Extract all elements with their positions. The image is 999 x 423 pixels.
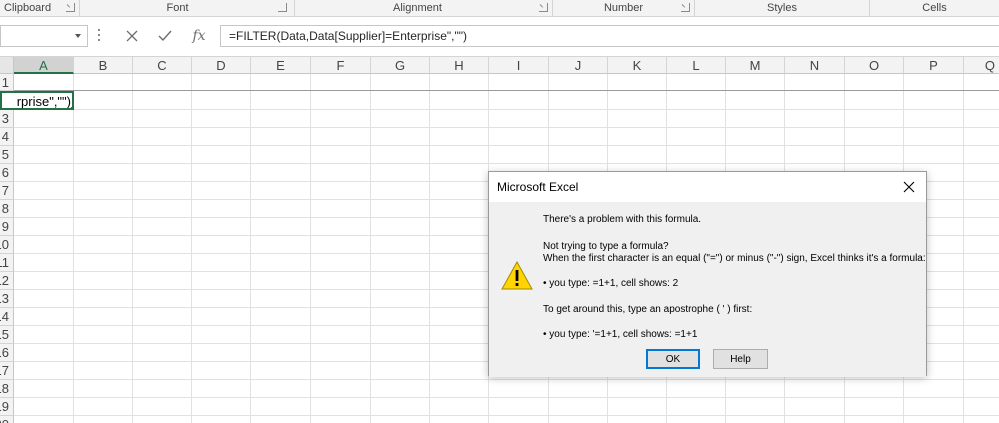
ribbon-group-label: Font: [166, 2, 189, 14]
active-cell-a2[interactable]: rprise",""): [0, 91, 74, 110]
column-header-c[interactable]: C: [133, 57, 192, 74]
insert-function-button[interactable]: fx: [187, 25, 211, 47]
dialog-launcher-icon[interactable]: [539, 3, 548, 12]
row-header-8[interactable]: 8: [0, 200, 14, 218]
select-all-corner[interactable]: [0, 57, 14, 74]
dialog-message-line: Not trying to type a formula?: [543, 241, 669, 252]
row-header-16[interactable]: 16: [0, 344, 14, 362]
ribbon-group-cells: Cells: [870, 0, 999, 17]
dialog-titlebar[interactable]: Microsoft Excel: [489, 172, 926, 202]
row-header-10[interactable]: 10: [0, 236, 14, 254]
column-header-k[interactable]: K: [608, 57, 667, 74]
row-header-5[interactable]: 5: [0, 146, 14, 164]
ribbon-group-number: Number: [553, 0, 695, 17]
row-header-17[interactable]: 17: [0, 362, 14, 380]
column-header-o[interactable]: O: [845, 57, 904, 74]
column-header-j[interactable]: J: [549, 57, 608, 74]
dialog-launcher-icon[interactable]: [278, 3, 287, 12]
formula-bar: fx =FILTER(Data,Data[Supplier]=Enterpris…: [0, 17, 999, 57]
dialog-launcher-icon[interactable]: [681, 3, 690, 12]
column-header-f[interactable]: F: [311, 57, 371, 74]
close-icon: [903, 181, 915, 193]
ribbon-group-styles: Styles: [695, 0, 870, 17]
warning-icon: [501, 261, 533, 290]
row-header-15[interactable]: 15: [0, 326, 14, 344]
row-header-13[interactable]: 13: [0, 290, 14, 308]
help-button[interactable]: Help: [713, 349, 768, 369]
check-icon: [158, 30, 172, 42]
ok-button[interactable]: OK: [646, 349, 700, 369]
row-header-12[interactable]: 12: [0, 272, 14, 290]
ribbon-group-label: Cells: [922, 2, 947, 14]
x-icon: [126, 30, 138, 42]
column-header-d[interactable]: D: [192, 57, 251, 74]
column-header-b[interactable]: B: [74, 57, 133, 74]
column-header-q[interactable]: Q: [964, 57, 999, 74]
dialog-message-line: To get around this, type an apostrophe (…: [543, 304, 753, 315]
fill-handle[interactable]: [70, 106, 72, 108]
dialog-message-line: • you type: =1+1, cell shows: 2: [543, 278, 679, 289]
row-header-11[interactable]: 11: [0, 254, 14, 272]
column-header-a[interactable]: A: [14, 57, 74, 74]
ribbon-group-label: Number: [603, 2, 644, 14]
error-dialog: Microsoft Excel There's a problem with t…: [488, 171, 927, 377]
ribbon-group-label: Alignment: [393, 2, 442, 14]
row-header-3[interactable]: 3: [0, 110, 14, 128]
ribbon-group-clipboard: Clipboard: [0, 0, 80, 17]
dialog-launcher-icon[interactable]: [66, 3, 75, 12]
column-header-m[interactable]: M: [726, 57, 785, 74]
enter-button[interactable]: [153, 25, 177, 47]
drag-handle-icon[interactable]: [98, 29, 101, 43]
row-header-14[interactable]: 14: [0, 308, 14, 326]
row-header-20[interactable]: 20: [0, 416, 14, 423]
dialog-message-line: There's a problem with this formula.: [543, 214, 702, 225]
column-header-n[interactable]: N: [785, 57, 845, 74]
formula-input[interactable]: =FILTER(Data,Data[Supplier]=Enterprise",…: [220, 25, 999, 47]
column-header-p[interactable]: P: [904, 57, 964, 74]
row-header-19[interactable]: 19: [0, 398, 14, 416]
row-header-1[interactable]: 1: [0, 74, 14, 91]
ribbon-group-font-alignment: Font Alignment: [80, 0, 553, 17]
fx-icon: fx: [192, 28, 206, 44]
column-header-h[interactable]: H: [430, 57, 489, 74]
dialog-body: There's a problem with this formula. Not…: [489, 202, 926, 377]
column-header-g[interactable]: G: [371, 57, 430, 74]
row-header-18[interactable]: 18: [0, 380, 14, 398]
ribbon-group-labels: Clipboard Font Alignment Number Styles C…: [0, 0, 999, 17]
active-cell-text: rprise",""): [16, 94, 71, 109]
dialog-close-button[interactable]: [900, 178, 918, 196]
dialog-message-line: • you type: '=1+1, cell shows: =1+1: [543, 329, 698, 340]
column-header-l[interactable]: L: [667, 57, 726, 74]
dialog-title: Microsoft Excel: [497, 180, 579, 194]
row-header-9[interactable]: 9: [0, 218, 14, 236]
dialog-message-line: When the first character is an equal ("=…: [543, 253, 926, 264]
column-header-e[interactable]: E: [251, 57, 311, 74]
row-header-7[interactable]: 7: [0, 182, 14, 200]
row-header-4[interactable]: 4: [0, 128, 14, 146]
row-header-6[interactable]: 6: [0, 164, 14, 182]
cancel-button[interactable]: [120, 25, 144, 47]
column-header-i[interactable]: I: [489, 57, 549, 74]
name-box[interactable]: [0, 25, 88, 47]
ribbon-group-label: Styles: [767, 2, 797, 14]
chevron-down-icon[interactable]: [75, 34, 81, 38]
